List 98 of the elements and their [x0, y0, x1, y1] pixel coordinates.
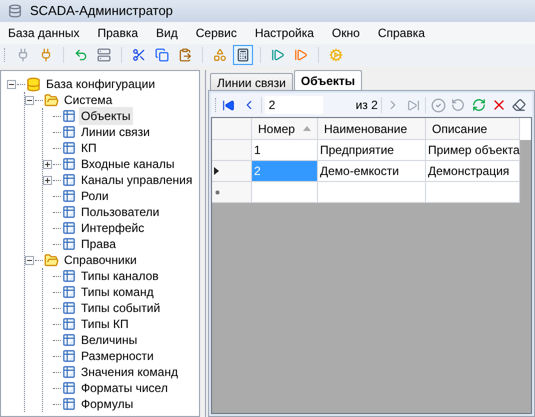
table-icon	[62, 365, 76, 379]
paste-icon	[178, 48, 192, 62]
table-cell: Демо-емкости	[318, 161, 426, 182]
tree-item[interactable]: Размерности	[79, 347, 156, 365]
first-icon	[222, 98, 236, 112]
gears-icon	[329, 48, 343, 62]
expand-icon[interactable]	[43, 176, 52, 184]
table-cell: 2	[252, 161, 318, 182]
tree-item[interactable]: Каналы управления	[79, 171, 194, 189]
tab[interactable]: Объекты	[294, 70, 362, 90]
table-icon	[62, 157, 76, 171]
column-title: Наименование	[324, 120, 408, 138]
table-icon	[62, 125, 76, 139]
table-icon	[62, 285, 76, 299]
table-icon	[62, 109, 76, 123]
folder-icon	[44, 92, 59, 108]
table-icon	[62, 269, 76, 283]
shapes-icon	[213, 48, 227, 62]
position-field[interactable]: 2	[264, 96, 323, 114]
plug-icon	[39, 48, 53, 62]
tree-item[interactable]: Типы команд	[79, 283, 156, 301]
clear-button[interactable]	[510, 96, 528, 114]
check-icon	[430, 98, 446, 112]
tree-item[interactable]: Пользователи	[79, 203, 162, 221]
step-icon	[271, 48, 285, 62]
table-cell: 1	[252, 140, 318, 161]
server-icon	[97, 48, 111, 62]
tree-item[interactable]: Система	[62, 91, 114, 109]
folder-icon	[44, 252, 59, 268]
table-icon	[62, 381, 76, 395]
tree-item[interactable]: Линии связи	[79, 123, 152, 141]
tree-item[interactable]: Входные каналы	[79, 155, 177, 173]
tree-item[interactable]: Формулы	[79, 395, 136, 413]
scissors-icon	[132, 48, 146, 62]
current-row-icon	[214, 167, 219, 175]
database-icon	[26, 76, 41, 92]
app-icon	[8, 4, 22, 18]
tree-item[interactable]: Роли	[79, 187, 111, 205]
menu-item[interactable]: Вид	[156, 24, 178, 42]
collapse-icon[interactable]	[7, 80, 16, 88]
table-icon	[62, 237, 76, 251]
table-cell: Демонстрация	[426, 161, 520, 182]
collapse-icon[interactable]	[25, 96, 34, 104]
table-icon	[62, 189, 76, 203]
eraser-icon	[512, 98, 526, 112]
plug-icon	[16, 48, 30, 62]
tree-item[interactable]: Объекты	[79, 107, 132, 125]
refresh-button[interactable]	[470, 96, 488, 114]
menu-item[interactable]: Окно	[332, 24, 360, 42]
window-title: SCADA-Администратор	[30, 2, 173, 20]
table-icon	[62, 205, 76, 219]
menu-item[interactable]: Сервис	[196, 24, 237, 42]
arrow-icon	[74, 48, 88, 62]
column-title: Описание	[432, 120, 488, 138]
table-icon	[62, 301, 76, 315]
tree-item[interactable]: База конфигурации	[44, 75, 158, 93]
record-count: из 2	[356, 97, 378, 114]
menu-item[interactable]: Правка	[97, 24, 138, 42]
table-icon	[62, 349, 76, 363]
tree-item[interactable]: Форматы чисел	[79, 379, 170, 397]
column-title: Номер	[258, 120, 295, 138]
table-icon	[62, 141, 76, 155]
menu-item[interactable]: Справка	[378, 24, 425, 42]
refresh-icon	[472, 98, 486, 112]
new-row-icon	[215, 190, 220, 194]
table-cell: Предприятие	[318, 140, 426, 161]
table-icon	[62, 317, 76, 331]
table-cell: Пример объекта	[426, 140, 520, 161]
tree-item[interactable]: Значения команд	[79, 363, 180, 381]
step-icon	[294, 48, 308, 62]
column-header[interactable]: Наименование	[318, 118, 426, 140]
table-icon	[62, 397, 76, 411]
tree-item[interactable]: КП	[79, 139, 99, 157]
tab[interactable]: Линии связи	[210, 73, 293, 90]
expand-icon[interactable]	[43, 160, 52, 168]
row-header[interactable]	[212, 161, 252, 182]
menu-item[interactable]: База данных	[8, 24, 80, 42]
sort-icon	[303, 126, 311, 131]
tree-item[interactable]: Права	[79, 235, 118, 253]
menu-item[interactable]: Настройка	[254, 24, 314, 42]
toolbar-button[interactable]	[233, 45, 253, 65]
tree-item[interactable]: Величины	[79, 331, 140, 349]
collapse-icon[interactable]	[25, 256, 34, 264]
tree-item[interactable]: Интерфейс	[79, 219, 146, 237]
table-icon	[62, 173, 76, 187]
tree-item[interactable]: Типы КП	[79, 315, 131, 333]
calculator-icon	[236, 48, 250, 62]
tree-item[interactable]: Справочники	[62, 251, 139, 269]
table-icon	[62, 221, 76, 235]
copy-icon	[155, 48, 169, 62]
save-button[interactable]	[429, 96, 447, 114]
undo-icon	[451, 98, 466, 112]
tree-item[interactable]: Типы событий	[79, 299, 162, 317]
table-icon	[62, 333, 76, 347]
column-header[interactable]: Описание	[426, 118, 520, 140]
tree-item[interactable]: Типы каналов	[79, 267, 161, 285]
last-icon	[407, 98, 420, 112]
column-header[interactable]: Номер	[252, 118, 318, 140]
